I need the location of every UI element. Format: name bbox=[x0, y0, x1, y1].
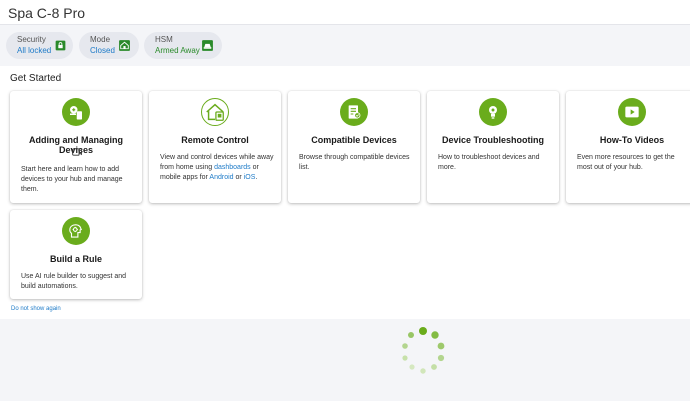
remote-home-icon bbox=[201, 98, 229, 126]
card-title: Compatible Devices bbox=[311, 135, 397, 145]
desc-text: . bbox=[255, 174, 258, 181]
security-status-pill[interactable]: Security All locked bbox=[6, 32, 73, 59]
add-device-icon bbox=[62, 98, 90, 126]
video-player-icon bbox=[618, 98, 646, 126]
card-description: Even more resources to get the most out … bbox=[577, 154, 675, 171]
card-remote-control[interactable]: Remote Control View and control devices … bbox=[149, 91, 281, 203]
card-title: Remote Control bbox=[181, 135, 249, 145]
card-title: Device Troubleshooting bbox=[441, 135, 544, 145]
loading-area bbox=[0, 319, 690, 401]
status-bar: Security All locked Mode Closed HSM Arme… bbox=[0, 26, 690, 66]
loading-spinner-icon bbox=[402, 327, 445, 374]
top-bar: Spa C-8 Pro bbox=[0, 0, 690, 25]
security-label: Security bbox=[17, 35, 46, 44]
hsm-label: HSM bbox=[155, 35, 173, 44]
card-build-a-rule[interactable]: Build a Rule Use AI rule builder to sugg… bbox=[10, 210, 142, 299]
section-title: Get Started bbox=[10, 73, 62, 84]
get-started-section: Get Started Adding and Managing Devices … bbox=[0, 66, 690, 319]
hub-name: Spa C-8 Pro bbox=[8, 5, 86, 21]
card-description: Use AI rule builder to suggest and build… bbox=[21, 273, 127, 290]
card-description: View and control devices while away from… bbox=[160, 153, 274, 183]
troubleshoot-icon bbox=[479, 98, 507, 126]
ai-rule-icon bbox=[62, 217, 90, 245]
do-not-show-again-link[interactable]: Do not show again bbox=[11, 306, 61, 312]
mode-value: Closed bbox=[90, 46, 115, 55]
mode-label: Mode bbox=[90, 35, 111, 44]
ios-link[interactable]: iOS bbox=[244, 174, 256, 181]
security-value: All locked bbox=[17, 46, 52, 55]
card-title: How-To Videos bbox=[599, 135, 665, 145]
dashboards-link[interactable]: dashboards bbox=[214, 164, 251, 171]
card-device-troubleshooting[interactable]: Device Troubleshooting How to troublesho… bbox=[427, 91, 559, 203]
android-link[interactable]: Android bbox=[209, 174, 233, 181]
card-description: How to troubleshoot devices and more. bbox=[438, 154, 540, 171]
hsm-value: Armed Away bbox=[155, 46, 200, 55]
hsm-status-pill[interactable]: HSM Armed Away bbox=[144, 32, 222, 59]
home-icon bbox=[119, 40, 130, 51]
device-list-icon bbox=[340, 98, 368, 126]
card-compatible-devices[interactable]: Compatible Devices Browse through compat… bbox=[288, 91, 420, 203]
video-icon bbox=[72, 148, 82, 156]
card-how-to-videos[interactable]: How-To Videos Even more resources to get… bbox=[566, 91, 690, 203]
card-description: Browse through compatible devices list. bbox=[299, 154, 410, 171]
card-adding-devices[interactable]: Adding and Managing Devices Start here a… bbox=[10, 91, 142, 203]
card-description: Start here and learn how to add devices … bbox=[21, 166, 123, 193]
mode-status-pill[interactable]: Mode Closed bbox=[79, 32, 139, 59]
lock-icon bbox=[55, 40, 66, 51]
card-title: Build a Rule bbox=[49, 254, 102, 264]
desc-text: or bbox=[233, 174, 244, 181]
shield-car-icon bbox=[202, 40, 213, 51]
